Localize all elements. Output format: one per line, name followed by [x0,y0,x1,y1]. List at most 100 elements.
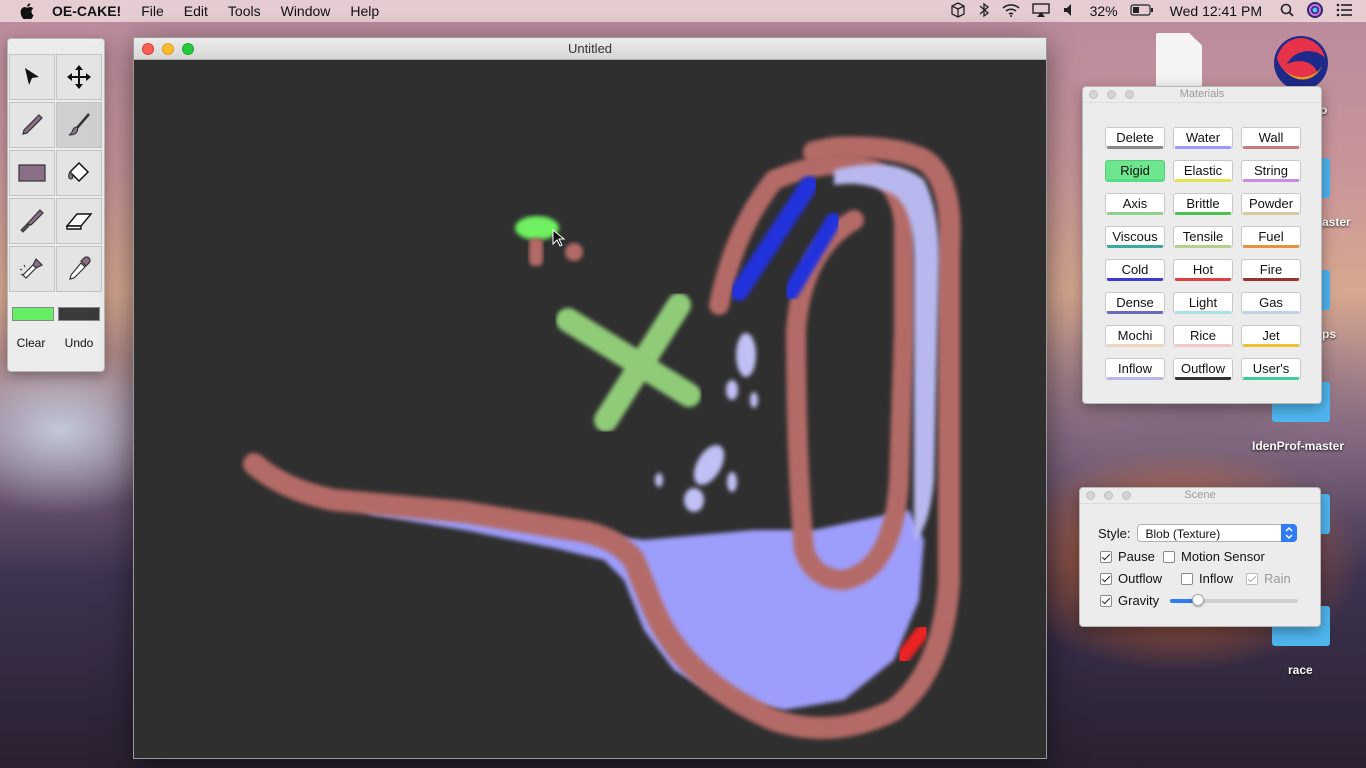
rectangle-tool[interactable] [9,150,55,196]
maximize-window-icon[interactable] [182,43,194,55]
menu-file[interactable]: File [131,3,174,19]
inflow-row[interactable]: Inflow [1181,571,1233,586]
material-button-fire[interactable]: Fire [1241,259,1301,281]
material-button-elastic[interactable]: Elastic [1173,160,1233,182]
menu-edit[interactable]: Edit [174,3,218,19]
rain-label: Rain [1264,571,1291,586]
style-select[interactable]: Blob (Texture) [1136,524,1297,542]
material-button-viscous[interactable]: Viscous [1105,226,1165,248]
battery-percent[interactable]: 32% [1090,3,1118,19]
menu-window[interactable]: Window [271,3,341,19]
material-button-label: Axis [1122,196,1148,211]
spotlight-search-icon[interactable] [1280,3,1294,20]
volume-icon[interactable] [1062,3,1078,20]
material-button-brittle[interactable]: Brittle [1173,193,1233,215]
material-color-bar [1107,278,1163,281]
minimize-scene-icon[interactable] [1104,491,1113,500]
material-button-jet[interactable]: Jet [1241,325,1301,347]
material-button-delete[interactable]: Delete [1105,127,1165,149]
browser-app-icon[interactable] [1272,34,1330,92]
menu-help[interactable]: Help [340,3,389,19]
select-arrows-icon [1280,524,1297,542]
rectangle-icon [18,164,46,182]
material-button-users[interactable]: User's [1241,358,1301,380]
siri-icon[interactable] [1306,1,1324,22]
minimize-window-icon[interactable] [162,43,174,55]
notification-center-icon[interactable] [1336,3,1352,20]
outflow-row[interactable]: Outflow [1100,571,1162,586]
material-button-light[interactable]: Light [1173,292,1233,314]
simulation-drawing [243,136,961,739]
material-button-fuel[interactable]: Fuel [1241,226,1301,248]
close-window-icon[interactable] [142,43,154,55]
pause-row[interactable]: Pause [1100,549,1155,564]
undo-button[interactable]: Undo [56,336,102,350]
rain-checkbox[interactable] [1246,572,1258,585]
apple-menu-icon[interactable] [20,3,34,19]
fill-bucket-tool[interactable] [56,150,102,196]
minimize-panel-icon[interactable] [1107,90,1116,99]
material-button-powder[interactable]: Powder [1241,193,1301,215]
motion-sensor-row[interactable]: Motion Sensor [1163,549,1265,564]
clock[interactable]: Wed 12:41 PM [1170,3,1262,19]
secondary-color-swatch[interactable] [58,307,100,321]
box-icon[interactable] [950,1,966,21]
material-color-bar [1107,212,1163,215]
material-button-label: Dense [1116,295,1154,310]
move-tool[interactable] [56,54,102,100]
inflow-checkbox[interactable] [1181,572,1193,585]
simulation-canvas[interactable] [134,60,1046,758]
pencil-tool[interactable] [9,102,55,148]
material-button-cold[interactable]: Cold [1105,259,1165,281]
primary-color-swatch[interactable] [12,307,54,321]
airplay-icon[interactable] [1031,2,1050,20]
material-button-label: Delete [1116,130,1154,145]
material-button-rice[interactable]: Rice [1173,325,1233,347]
knife-tool[interactable] [9,198,55,244]
eraser-tool[interactable] [56,198,102,244]
clear-button[interactable]: Clear [8,336,54,350]
material-button-label: Brittle [1186,196,1220,211]
material-button-rigid[interactable]: Rigid [1105,160,1165,182]
pause-checkbox[interactable] [1100,550,1112,563]
gravity-slider-knob[interactable] [1192,594,1205,606]
style-row: Style: Blob (Texture) [1098,524,1297,542]
material-button-outflow[interactable]: Outflow [1173,358,1233,380]
rtf-file-icon[interactable] [1156,33,1202,89]
battery-icon[interactable] [1130,3,1154,19]
close-scene-icon[interactable] [1086,491,1095,500]
gravity-checkbox[interactable] [1100,594,1112,607]
gravity-row[interactable]: Gravity [1100,593,1159,608]
zoom-scene-icon[interactable] [1122,491,1131,500]
dropper-tool[interactable] [56,246,102,292]
material-button-gas[interactable]: Gas [1241,292,1301,314]
zoom-panel-icon[interactable] [1125,90,1134,99]
wifi-icon[interactable] [1002,3,1020,20]
material-color-bar [1107,245,1163,248]
material-color-bar [1175,179,1231,182]
outflow-checkbox[interactable] [1100,572,1112,585]
menu-tools[interactable]: Tools [218,3,271,19]
material-button-string[interactable]: String [1241,160,1301,182]
gravity-slider[interactable] [1170,594,1298,606]
material-button-inflow[interactable]: Inflow [1105,358,1165,380]
app-menu[interactable]: OE-CAKE! [42,3,131,19]
material-button-tensile[interactable]: Tensile [1173,226,1233,248]
material-button-label: Rigid [1120,163,1150,178]
material-button-axis[interactable]: Axis [1105,193,1165,215]
pointer-tool[interactable] [9,54,55,100]
material-button-wall[interactable]: Wall [1241,127,1301,149]
motion-sensor-checkbox[interactable] [1163,550,1175,563]
material-button-label: Outflow [1180,361,1226,376]
material-button-hot[interactable]: Hot [1173,259,1233,281]
close-panel-icon[interactable] [1089,90,1098,99]
material-color-bar [1243,245,1299,248]
material-button-mochi[interactable]: Mochi [1105,325,1165,347]
flashlight-tool[interactable] [9,246,55,292]
brush-tool[interactable] [56,102,102,148]
rain-row[interactable]: Rain [1246,571,1291,586]
arrow-cursor-icon [25,68,39,85]
material-button-dense[interactable]: Dense [1105,292,1165,314]
bluetooth-icon[interactable] [978,2,990,21]
material-button-water[interactable]: Water [1173,127,1233,149]
